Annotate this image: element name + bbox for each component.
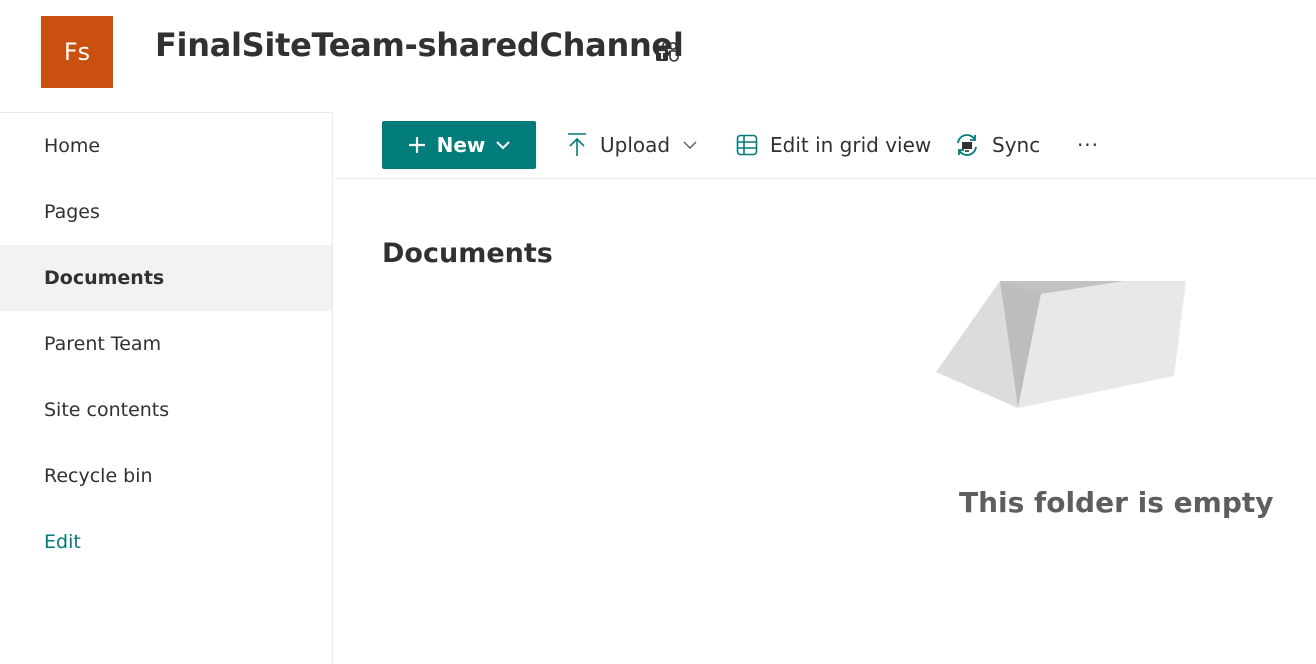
sync-icon [957,134,977,156]
site-logo-initials: Fs [63,38,91,66]
left-navigation: Home Pages Documents Parent Team Site co… [0,112,333,664]
sync-button[interactable]: Sync [954,121,1040,169]
plus-icon [408,137,425,153]
new-button-label: New [436,133,486,157]
upload-button[interactable]: Upload [566,121,698,169]
empty-folder-illustration [936,281,1186,408]
nav-item-label: Recycle bin [44,465,153,487]
nav-item-label: Site contents [44,399,170,421]
nav-item-site-contents[interactable]: Site contents [0,377,332,443]
sync-label: Sync [992,133,1041,157]
new-button[interactable]: New [382,121,536,169]
nav-item-label: Pages [44,201,100,223]
upload-icon [568,133,586,156]
more-options-button[interactable]: ··· [1074,121,1102,169]
nav-item-recycle-bin[interactable]: Recycle bin [0,443,332,509]
nav-item-parent-team[interactable]: Parent Team [0,311,332,377]
edit-grid-view-button[interactable]: Edit in grid view [736,121,931,169]
nav-item-documents[interactable]: Documents [0,245,332,311]
nav-item-pages[interactable]: Pages [0,179,332,245]
empty-folder-message: This folder is empty [959,486,1274,519]
more-icon: ··· [1076,133,1100,157]
nav-item-label: Parent Team [44,333,162,355]
chevron-down-icon [683,141,697,149]
page-title: Documents [382,238,553,269]
grid-icon [736,134,758,156]
nav-item-home[interactable]: Home [0,113,332,179]
teams-icon[interactable] [655,41,681,65]
site-logo[interactable]: Fs [41,16,113,88]
nav-item-label: Documents [44,267,165,289]
nav-edit-link[interactable]: Edit [0,509,332,575]
nav-item-label: Home [44,135,101,157]
edit-grid-view-label: Edit in grid view [770,133,932,157]
chevron-down-icon [496,141,511,150]
upload-label: Upload [600,133,671,157]
site-title[interactable]: FinalSiteTeam-sharedChannel [155,26,684,64]
command-bar: New Upload Edit in grid view Sync ··· [334,112,1316,179]
site-header: Fs FinalSiteTeam-sharedChannel [0,0,1316,112]
